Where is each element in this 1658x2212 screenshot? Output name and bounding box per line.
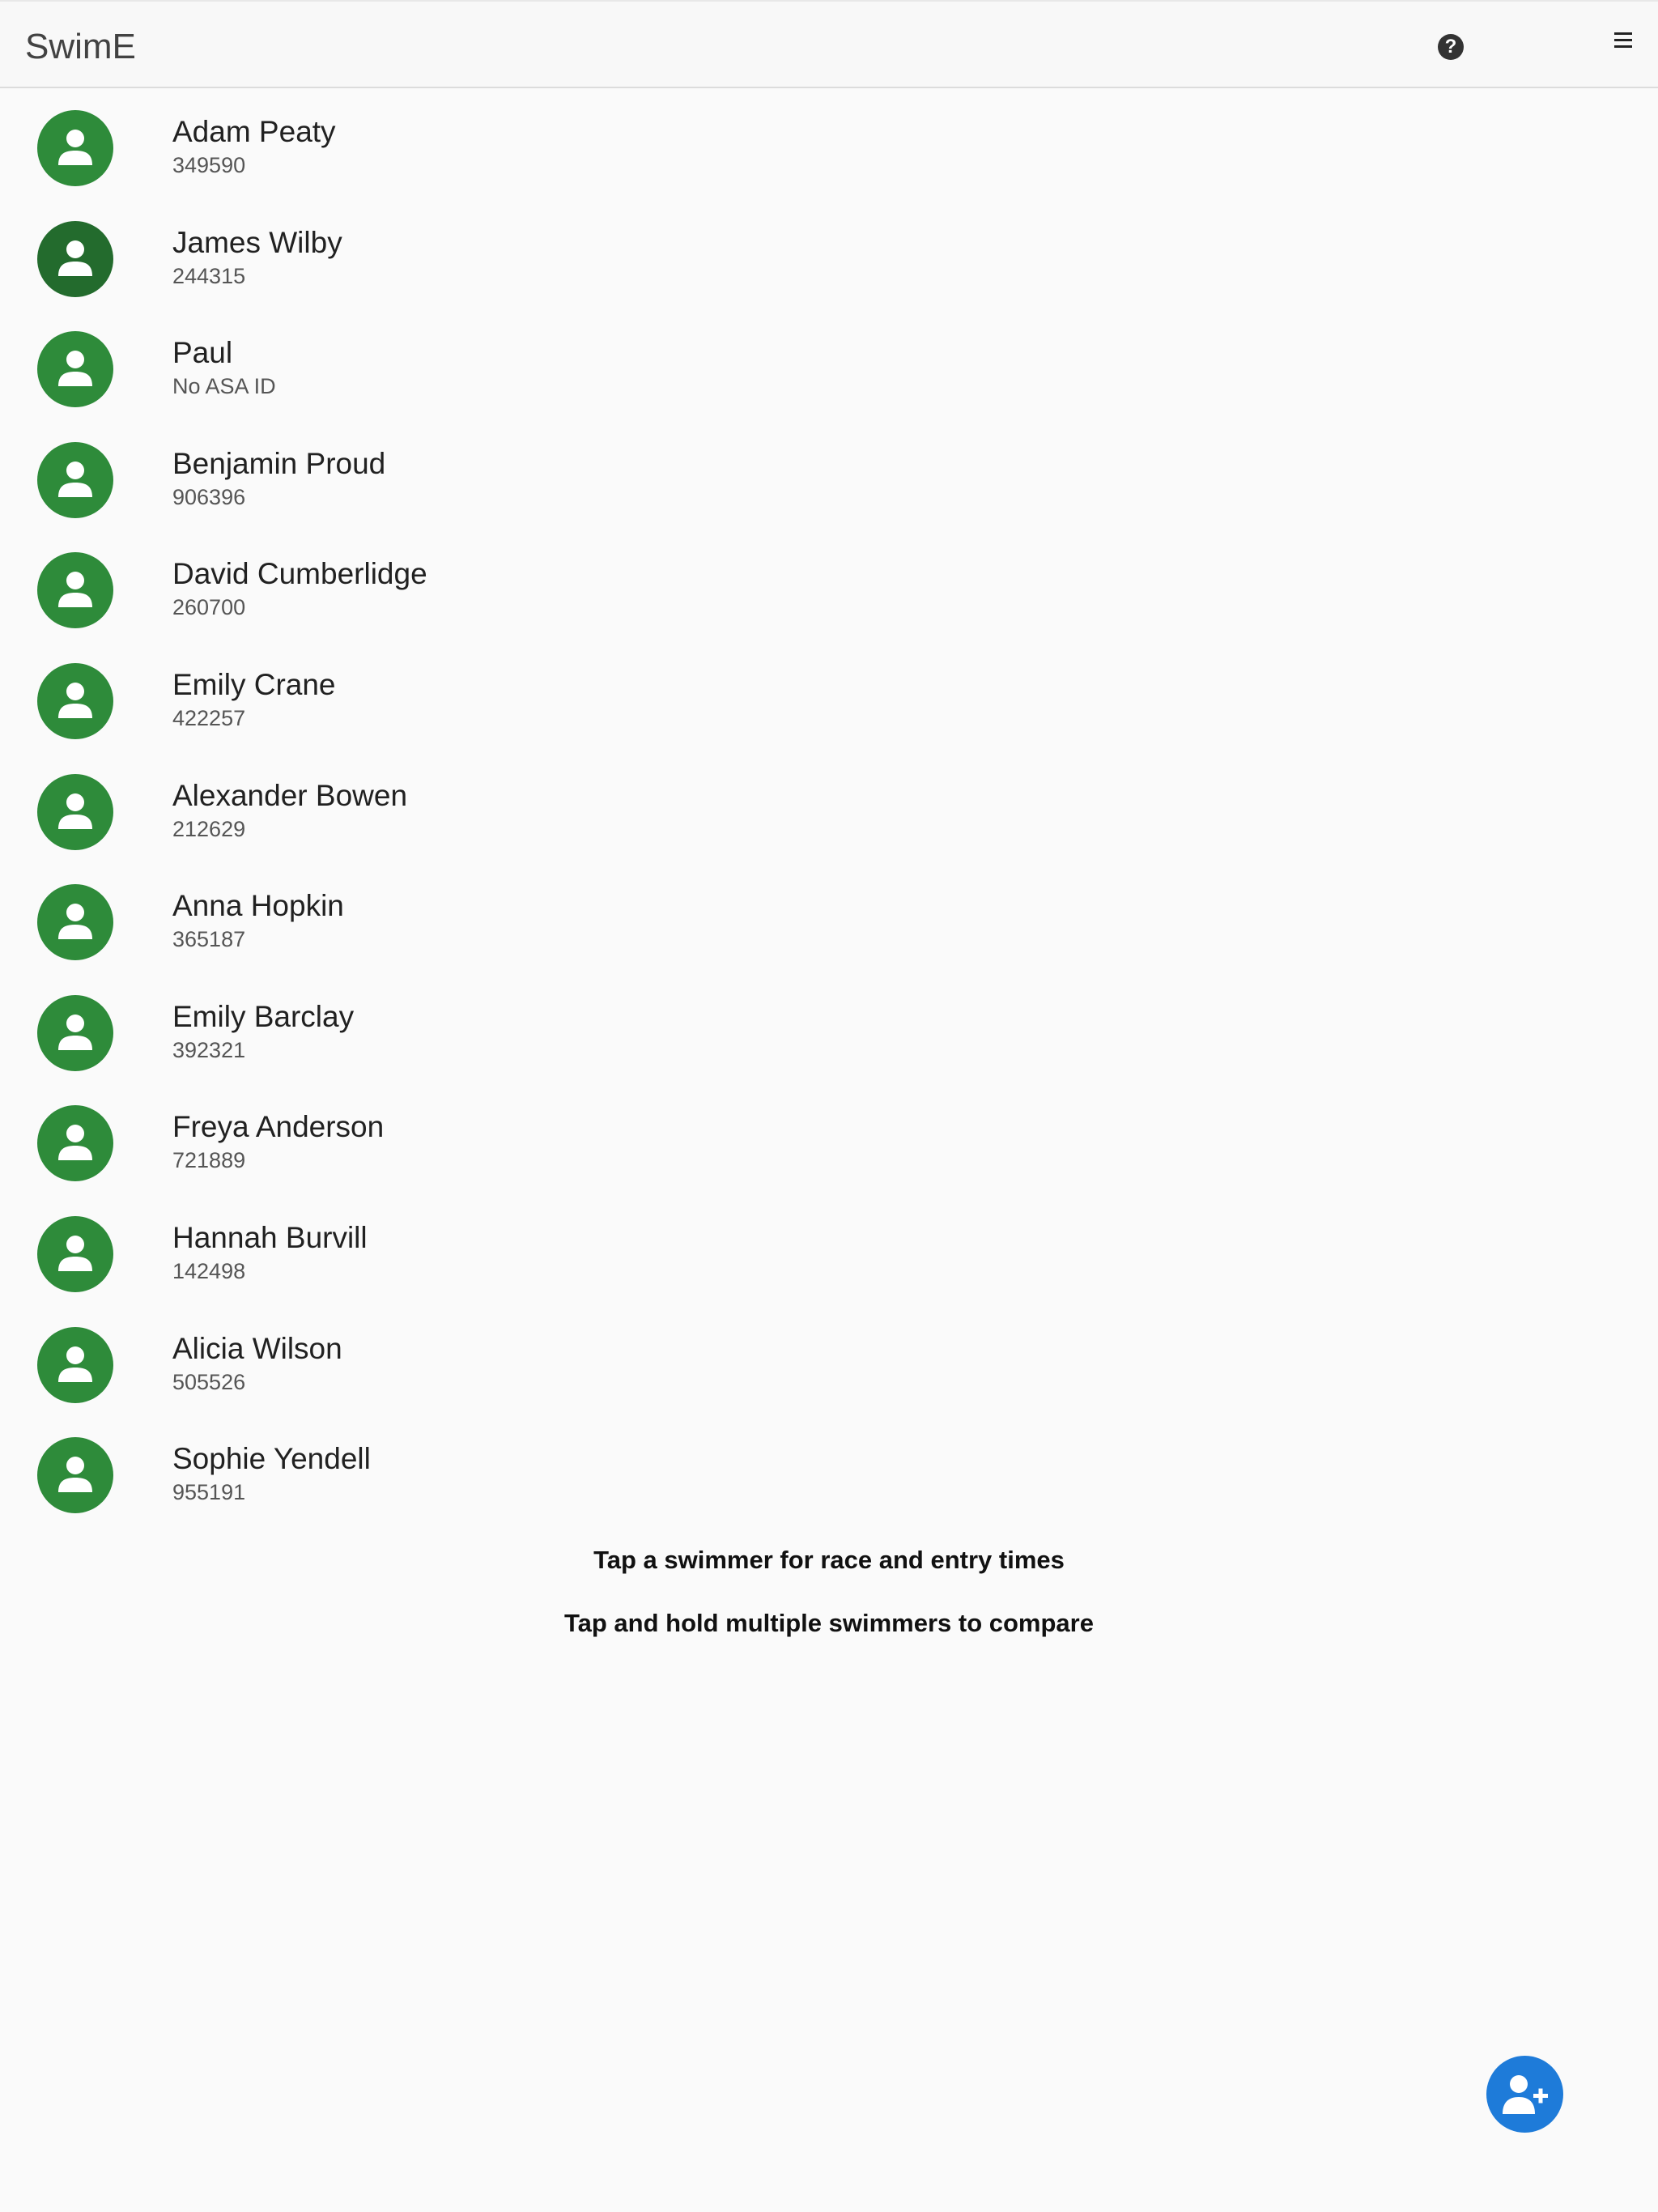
swimmer-name: Benjamin Proud — [172, 446, 386, 480]
swimmer-name: Alexander Bowen — [172, 778, 408, 812]
swimmer-list-item[interactable]: Anna Hopkin 365187 — [0, 862, 1658, 973]
app-bar: SwimE ? — [0, 0, 1658, 88]
tap-hint-text: Tap a swimmer for race and entry times — [593, 1546, 1065, 1574]
swimmer-avatar — [37, 773, 113, 850]
swimmer-asa-id: 244315 — [172, 263, 246, 288]
person-icon — [58, 1346, 92, 1382]
swimmer-list-item[interactable]: Hannah Burvill 142498 — [0, 1194, 1658, 1305]
swimmer-avatar — [37, 552, 113, 629]
swimmer-avatar — [37, 994, 113, 1071]
compare-hint-text: Tap and hold multiple swimmers to compar… — [564, 1609, 1094, 1637]
swimmer-avatar — [37, 441, 113, 518]
swimmer-list-item[interactable]: Emily Barclay 392321 — [0, 973, 1658, 1084]
swimmer-avatar — [37, 662, 113, 739]
swimmer-name: Hannah Burvill — [172, 1220, 368, 1254]
swimmer-asa-id: 349590 — [172, 153, 246, 177]
swimmer-name: Emily Crane — [172, 667, 336, 701]
help-icon[interactable]: ? — [1438, 34, 1464, 60]
swimmer-avatar — [37, 220, 113, 297]
swimmer-avatar — [37, 884, 113, 961]
person-icon — [58, 793, 92, 829]
person-icon — [58, 1235, 92, 1271]
person-icon — [58, 240, 92, 276]
swimmer-asa-id: 365187 — [172, 927, 246, 952]
swimmer-asa-id: No ASA ID — [172, 374, 276, 399]
swimmer-list: Adam Peaty 349590 James Wilby 244315 Pau… — [0, 88, 1658, 1526]
person-icon — [58, 904, 92, 940]
person-icon — [58, 130, 92, 165]
swimmer-avatar — [37, 1326, 113, 1403]
swimmer-list-item[interactable]: Alexander Bowen 212629 — [0, 752, 1658, 863]
swimmer-asa-id: 142498 — [172, 1258, 246, 1283]
swimmer-avatar — [37, 331, 113, 408]
swimmer-name: James Wilby — [172, 225, 342, 259]
swimmer-avatar — [37, 1437, 113, 1514]
swimmer-name: Paul — [172, 336, 233, 370]
swimmer-name: David Cumberlidge — [172, 557, 427, 591]
swimmer-name: Anna Hopkin — [172, 889, 344, 923]
swimmer-asa-id: 392321 — [172, 1037, 246, 1062]
person-icon — [58, 1125, 92, 1161]
swimmer-avatar — [37, 1105, 113, 1182]
swimmer-list-item[interactable]: Adam Peaty 349590 — [0, 88, 1658, 199]
person-icon — [58, 461, 92, 497]
add-user-icon — [1503, 2075, 1548, 2114]
swimmer-list-item[interactable]: Emily Crane 422257 — [0, 641, 1658, 752]
swimmer-list-item[interactable]: Freya Anderson 721889 — [0, 1083, 1658, 1194]
swimmer-name: Freya Anderson — [172, 1110, 385, 1144]
swimmer-list-item[interactable]: Sophie Yendell 955191 — [0, 1415, 1658, 1526]
swimmer-asa-id: 955191 — [172, 1480, 246, 1505]
person-icon — [58, 682, 92, 718]
swimmer-avatar — [37, 1215, 113, 1292]
swimmer-asa-id: 212629 — [172, 816, 246, 841]
swimmer-avatar — [37, 110, 113, 186]
swimmer-asa-id: 721889 — [172, 1148, 246, 1173]
swimmer-list-item[interactable]: James Wilby 244315 — [0, 199, 1658, 310]
swimmer-name: Emily Barclay — [172, 999, 355, 1033]
swimmer-name: Alicia Wilson — [172, 1331, 342, 1365]
swimmer-name: Adam Peaty — [172, 115, 336, 148]
person-icon — [58, 351, 92, 387]
swimmer-list-item[interactable]: Benjamin Proud 906396 — [0, 420, 1658, 531]
swimmer-asa-id: 422257 — [172, 705, 246, 730]
swimmer-asa-id: 906396 — [172, 484, 246, 509]
swimmer-list-item[interactable]: David Cumberlidge 260700 — [0, 530, 1658, 641]
swimmer-list-item[interactable]: Alicia Wilson 505526 — [0, 1305, 1658, 1416]
swimmer-asa-id: 260700 — [172, 595, 246, 620]
swimmer-list-item[interactable]: Paul No ASA ID — [0, 309, 1658, 420]
add-swimmer-button[interactable] — [1486, 2056, 1563, 2133]
person-icon — [58, 1457, 92, 1493]
app-title: SwimE — [25, 27, 136, 66]
hamburger-menu-icon[interactable] — [1612, 29, 1636, 53]
swimmer-name: Sophie Yendell — [172, 1442, 371, 1476]
person-icon — [58, 572, 92, 608]
person-icon — [58, 1014, 92, 1050]
swimmer-asa-id: 505526 — [172, 1369, 246, 1394]
